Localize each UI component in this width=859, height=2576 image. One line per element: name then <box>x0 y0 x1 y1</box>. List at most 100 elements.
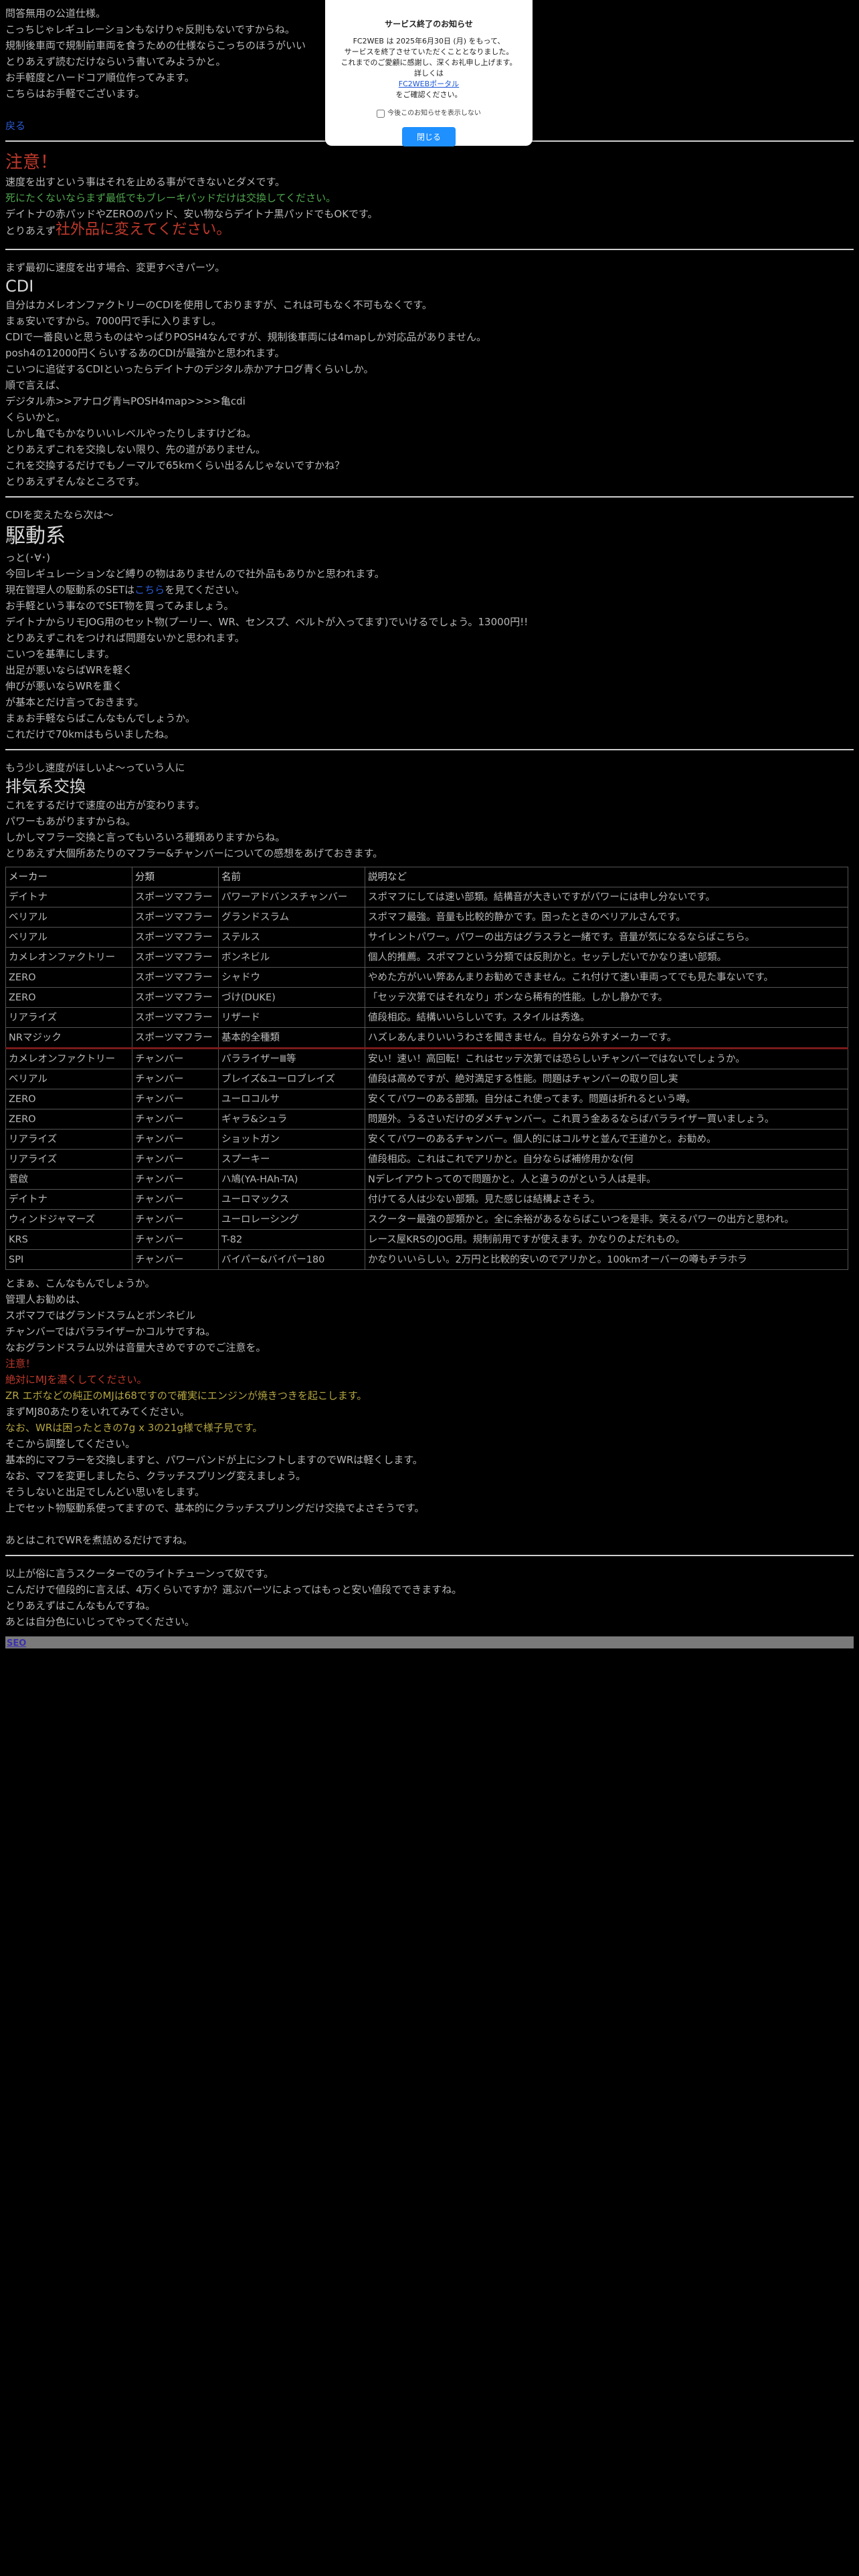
cell-category: チャンバー <box>132 1189 219 1210</box>
cell-description: スポマフにしては速い部類。結構音が大きいですがパワーには申し分ないです。 <box>365 887 848 907</box>
cell-name: T-82 <box>218 1229 365 1250</box>
cell-name: リザード <box>218 1007 365 1028</box>
table-row: ベリアル チャンバー ブレイズ&ユーロブレイズ 値段は高めですが、絶対満足する性能。問… <box>5 1069 848 1089</box>
outro-line: 以上が俗に言うスクーターでのライトチューンって奴です。 <box>5 1568 274 1580</box>
cell-maker: ZERO <box>5 967 132 988</box>
drive-set-link[interactable]: こちら <box>134 584 165 596</box>
summary-line: スポマフではグランドスラムとボンネビル <box>5 1309 196 1321</box>
cell-description: やめた方がいい弊あんまりお勧めできません。これ付けて速い車両ってでも見た事ないで… <box>365 967 848 988</box>
warning-line: 死にたくないならまず最低でもブレーキパッドだけは交換してください。 <box>5 192 337 204</box>
summary-closing: あとはこれでWRを煮詰めるだけですね。 <box>5 1534 193 1546</box>
cell-maker: リアライズ <box>5 1129 132 1150</box>
cdi-line: くらいかと。 <box>5 411 66 423</box>
summary-section: とまぁ、こんなもんでしょうか。 管理人お勧めは、 スポマフではグランドスラムとボ… <box>5 1275 854 1548</box>
cdi-line: とりあえずそんなところです。 <box>5 475 145 488</box>
cdi-line: デジタル赤>>アナログ青≒POSH4map>>>>亀cdi <box>5 395 246 407</box>
cell-category: チャンバー <box>132 1149 219 1170</box>
warning-title: 注意！ <box>5 152 58 173</box>
exhaust-title: 排気系交換 <box>5 777 86 796</box>
cell-name: バイパー&バイパー180 <box>218 1249 365 1270</box>
cell-category: スポーツマフラー <box>132 947 219 968</box>
cell-maker: SPI <box>5 1249 132 1270</box>
back-link[interactable]: 戻る <box>5 120 25 132</box>
exhaust-lead: もう少し速度がほしいよ〜っていう人に <box>5 762 185 774</box>
cell-name: ユーロレーシング <box>218 1209 365 1230</box>
cdi-section: まず最初に速度を出す場合、変更すべきパーツ。 CDI 自分はカメレオンファクトリ… <box>5 259 854 490</box>
column-header-name: 名前 <box>218 867 365 887</box>
cell-description: 安くてパワーのあるチャンバー。個人的にはコルサと並んで王道かと。お勧め。 <box>365 1129 848 1150</box>
drive-line: っと(･∀･) <box>5 552 50 564</box>
drive-set-suffix: を見てください。 <box>165 584 245 596</box>
table-body: デイトナスポーツマフラー パワーアドバンスチャンバー スポマフにしては速い部類。結構… <box>5 887 848 1270</box>
cell-name: スプーキー <box>218 1149 365 1170</box>
table-row: NRマジック スポーツマフラー 基本的全種類 ハズレあんまりいいうわさを聞きません。自… <box>5 1027 848 1049</box>
table-row: リアライズ チャンバー ショットガン 安くてパワーのあるチャンバー。個人的にはコルサと… <box>5 1129 848 1150</box>
warning-line: 速度を出すという事はそれを止める事ができないとダメです。 <box>5 176 286 188</box>
column-header-category: 分類 <box>132 867 219 887</box>
cell-description: レース屋KRSのJOG用。規制前用ですが使えます。かなりのよだれもの。 <box>365 1229 848 1250</box>
table-row: デイトナ チャンバー ユーロマックス 付けてる人は少ない部類。見た感じは結構よさそう。 <box>5 1189 848 1210</box>
table-header-row: メーカー 分類 名前 説明など <box>5 867 848 887</box>
cell-description: 安くてパワーのある部類。自分はこれ使ってます。問題は折れるという噂。 <box>365 1089 848 1109</box>
cell-category: チャンバー <box>132 1129 219 1150</box>
cell-description: スクーター最強の部類かと。全に余裕があるならばこいつを是非。笑えるパワーの出方と… <box>365 1209 848 1230</box>
drive-line: こいつを基準にします。 <box>5 648 115 660</box>
divider <box>5 749 854 750</box>
cell-maker: カメレオンファクトリー <box>5 1047 132 1069</box>
table-row: ベリアル スポーツマフラー ステルス サイレントパワー。パワーの出方はグラスラと一緒で… <box>5 927 848 948</box>
table-row: リアライズ スポーツマフラー リザード 値段相応。結構いいらしいです。スタイルは秀逸。 <box>5 1007 848 1028</box>
cdi-line: 順で言えば、 <box>5 379 66 391</box>
warning-section: 注意！ 速度を出すという事はそれを止める事ができないとダメです。 死にたくないな… <box>5 151 854 242</box>
cell-category: チャンバー <box>132 1109 219 1130</box>
cell-category: スポーツマフラー <box>132 1027 219 1049</box>
cell-name: ブレイズ&ユーロブレイズ <box>218 1069 365 1089</box>
cell-description: Nデレイアウトってので問題かと。人と違うのがという人は是非。 <box>365 1169 848 1190</box>
modal-body-line: FC2WEB は 2025年6月30日 (月) をもって、 <box>353 37 505 45</box>
modal-portal-link[interactable]: FC2WEBポータル <box>399 80 459 88</box>
divider <box>5 1555 854 1556</box>
outro-line: あとは自分色にいじってやってください。 <box>5 1616 195 1628</box>
modal-close-button[interactable]: 閉じる <box>401 127 456 146</box>
cell-category: チャンバー <box>132 1229 219 1250</box>
dont-show-again-label: 今後このお知らせを表示しない <box>387 110 481 117</box>
drive-line: とりあえずこれをつければ問題ないかと思われます。 <box>5 632 245 644</box>
cdi-line: CDIで一番良いと思うものはやっぱりPOSH4なんですが、規制後車両には4map… <box>5 331 487 343</box>
seo-link[interactable]: SEO <box>7 1638 26 1648</box>
outro-line: とりあえずはこんなもんですね。 <box>5 1600 156 1612</box>
cell-category: チャンバー <box>132 1089 219 1109</box>
drive-line: お手軽という事なのでSET物を買ってみましょう。 <box>5 600 234 612</box>
summary-line: 管理人お勧めは、 <box>5 1293 86 1305</box>
table-row: カメレオンファクトリー チャンバー パラライザーⅢ等 安い！速い！高回転！これはセッテ… <box>5 1047 848 1069</box>
cell-maker: ウィンドジャマーズ <box>5 1209 132 1230</box>
note-olive-line: ZR エボなどの純正のMJは68ですので確実にエンジンが焼きつきを起こします。 <box>5 1390 367 1402</box>
muffler-chamber-table: メーカー 分類 名前 説明など デイトナスポーツマフラー パワーアドバンスチャンバ… <box>5 867 848 1270</box>
summary-line: なお、マフを変更しましたら、クラッチスプリング変えましょう。 <box>5 1470 306 1482</box>
cell-description: ハズレあんまりいいうわさを聞きません。自分なら外すメーカーです。 <box>365 1027 848 1049</box>
cell-name: グランドスラム <box>218 907 365 928</box>
cell-category: チャンバー <box>132 1209 219 1230</box>
table-row: 菅啟 チャンバー ハ鳩(YA-HAh-TA) Nデレイアウトってので問題かと。人と違う… <box>5 1169 848 1190</box>
cdi-title: CDI <box>5 277 34 296</box>
cell-name: パワーアドバンスチャンバー <box>218 887 365 907</box>
modal-body: FC2WEB は 2025年6月30日 (月) をもって、 サービスを終了させて… <box>325 36 533 100</box>
cell-maker: 菅啟 <box>5 1169 132 1190</box>
cell-maker: デイトナ <box>5 887 132 907</box>
table-row: リアライズ チャンバー スプーキー 値段相応。これはこれでアリかと。自分ならば補修用か… <box>5 1149 848 1170</box>
cell-name: パラライザーⅢ等 <box>218 1047 365 1069</box>
dont-show-again-checkbox[interactable] <box>377 110 385 118</box>
dont-show-again[interactable]: 今後このお知らせを表示しない <box>325 108 533 119</box>
cell-category: チャンバー <box>132 1047 219 1069</box>
cell-description: 値段相応。これはこれでアリかと。自分ならば補修用かな(何 <box>365 1149 848 1170</box>
warning-line-prefix: とりあえず <box>5 225 56 237</box>
drive-title: 駆動系 <box>5 524 66 548</box>
cell-maker: ZERO <box>5 1109 132 1130</box>
modal-detail-prefix: 詳しくは <box>414 69 444 78</box>
cell-category: スポーツマフラー <box>132 967 219 988</box>
exhaust-line: とりあえず大個所あたりのマフラー&チャンバーについての感想をあげておきます。 <box>5 847 383 859</box>
table-row: カメレオンファクトリー スポーツマフラー ボンネビル 個人的推薦。スポマフという分類で… <box>5 947 848 968</box>
summary-line: チャンバーではパラライザーかコルサですね。 <box>5 1325 215 1337</box>
outro-section: 以上が俗に言うスクーターでのライトチューンって奴です。 こんだけで値段的に言えば… <box>5 1566 854 1630</box>
cell-name: ステルス <box>218 927 365 948</box>
cell-maker: ZERO <box>5 987 132 1008</box>
table-row: ウィンドジャマーズ チャンバー ユーロレーシング スクーター最強の部類かと。全に余裕が… <box>5 1209 848 1230</box>
